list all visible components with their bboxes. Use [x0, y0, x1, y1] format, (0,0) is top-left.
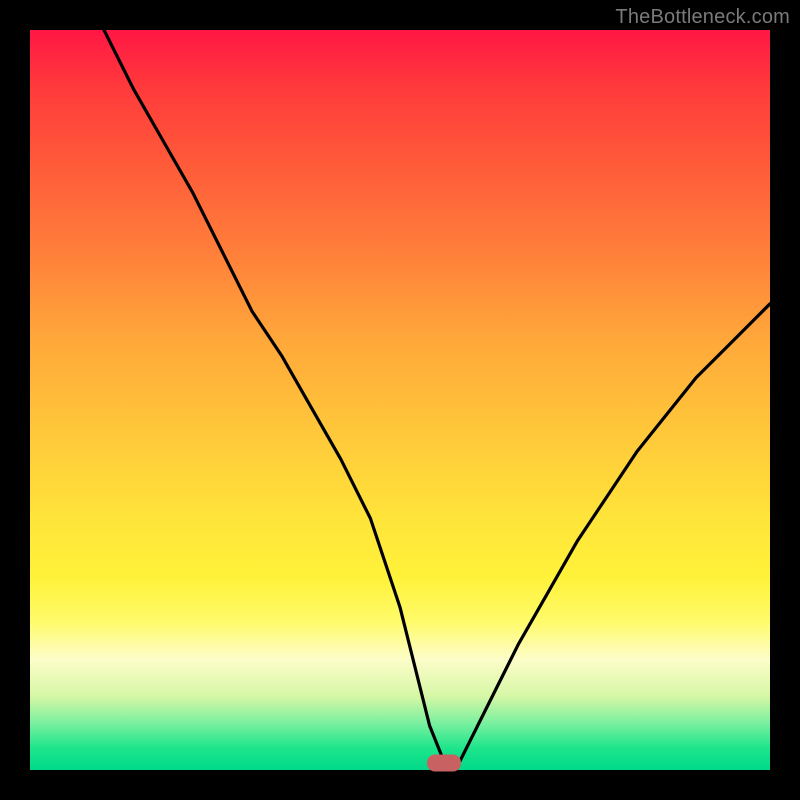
bottleneck-curve	[104, 30, 770, 763]
chart-plot-area	[30, 30, 770, 770]
watermark-text: TheBottleneck.com	[615, 6, 790, 29]
optimal-point-marker	[427, 754, 461, 771]
curve-layer	[30, 30, 770, 770]
chart-frame: TheBottleneck.com	[0, 0, 800, 800]
